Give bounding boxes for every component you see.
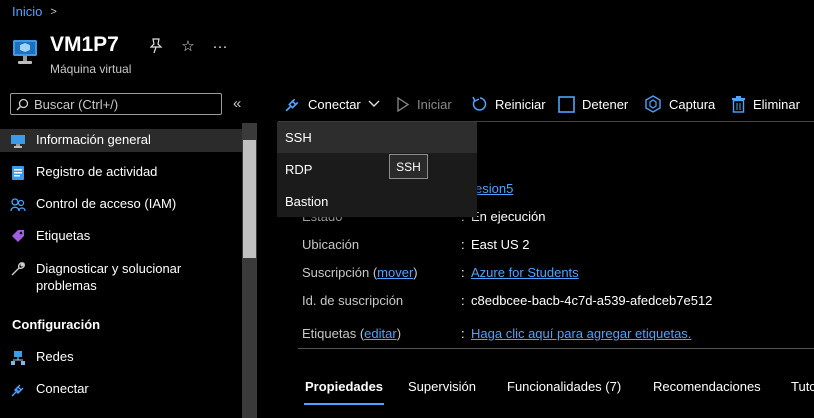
detener-label: Detener xyxy=(582,96,629,112)
mover-link[interactable]: mover xyxy=(377,265,413,280)
id-suscripcion-label: Id. de suscripción xyxy=(302,293,404,308)
menu-item-ssh[interactable]: SSH xyxy=(277,122,477,153)
colon: : xyxy=(461,326,465,341)
trash-icon xyxy=(732,95,745,113)
page-title: VM1P7 xyxy=(50,33,119,56)
favorite-button[interactable]: ☆ xyxy=(178,36,198,56)
collapse-sidebar-button[interactable]: « xyxy=(233,95,241,112)
ubicacion-label: Ubicación xyxy=(302,237,360,252)
iniciar-button[interactable]: Iniciar xyxy=(396,93,452,115)
sidebar-item-informacion-general[interactable]: Información general xyxy=(0,129,242,152)
sidebar-item-control-acceso[interactable]: Control de acceso (IAM) xyxy=(0,196,242,213)
sidebar-scroll-thumb[interactable] xyxy=(243,140,256,258)
sidebar-item-label: Etiquetas xyxy=(36,228,91,243)
id-suscripcion-value: c8edbcee-bacb-4c7d-a539-afedceb7e512 xyxy=(471,293,713,308)
log-icon xyxy=(10,165,26,181)
sidebar-item-label: Diagnosticar y solucionar problemas xyxy=(36,261,182,293)
plug-icon xyxy=(285,98,299,111)
etiquetas-label: Etiquetas (editar) xyxy=(302,326,402,341)
section-header-configuracion: Configuración xyxy=(12,317,101,332)
people-icon xyxy=(10,197,26,213)
eliminar-button[interactable]: Eliminar xyxy=(731,93,800,115)
sidebar-item-label: Conectar xyxy=(36,381,89,396)
search-input[interactable] xyxy=(34,96,214,112)
tab-tutoriales[interactable]: Tuto xyxy=(791,379,814,394)
eliminar-label: Eliminar xyxy=(753,96,800,112)
sidebar-item-registro-actividad[interactable]: Registro de actividad xyxy=(0,164,242,181)
network-icon xyxy=(10,350,26,366)
sidebar-item-label: Redes xyxy=(36,349,74,364)
tab-recomendaciones[interactable]: Recomendaciones xyxy=(653,379,761,394)
agregar-etiquetas-link[interactable]: Haga clic aquí para agregar etiquetas. xyxy=(471,326,691,341)
etiquetas-label-text: Etiquetas xyxy=(302,326,357,341)
sidebar: Información general Registro de activida… xyxy=(0,123,242,418)
suscripcion-link[interactable]: Azure for Students xyxy=(471,265,579,280)
search-icon xyxy=(16,98,29,110)
suscripcion-label: Suscripción (mover) xyxy=(302,265,418,280)
wrench-icon xyxy=(10,261,26,277)
tab-funcionalidades[interactable]: Funcionalidades (7) xyxy=(507,379,621,394)
editar-link[interactable]: editar xyxy=(364,326,397,341)
captura-label: Captura xyxy=(669,96,716,112)
menu-item-rdp[interactable]: RDP xyxy=(277,154,477,185)
pin-icon xyxy=(149,38,163,54)
resource-group-link[interactable]: esion5 xyxy=(475,181,513,196)
sidebar-item-conectar[interactable]: Conectar xyxy=(0,381,242,398)
tab-supervision[interactable]: Supervisión xyxy=(408,379,476,394)
detener-button[interactable]: Detener xyxy=(558,93,628,115)
conectar-button[interactable]: Conectar xyxy=(284,93,380,115)
colon: : xyxy=(461,293,465,308)
essentials-divider xyxy=(298,348,814,349)
restart-icon xyxy=(472,96,487,111)
connect-dropdown-menu: SSH RDP Bastion xyxy=(277,122,477,217)
pin-button[interactable] xyxy=(146,36,166,56)
play-icon xyxy=(397,96,410,112)
sidebar-item-etiquetas[interactable]: Etiquetas xyxy=(0,228,242,245)
reiniciar-button[interactable]: Reiniciar xyxy=(472,93,546,115)
tooltip: SSH xyxy=(389,154,428,179)
menu-item-bastion[interactable]: Bastion xyxy=(277,186,477,217)
active-tab-indicator xyxy=(304,403,384,405)
sidebar-item-redes[interactable]: Redes xyxy=(0,349,242,366)
breadcrumb-separator: > xyxy=(50,5,57,18)
reiniciar-label: Reiniciar xyxy=(495,96,546,112)
plug-icon xyxy=(10,382,26,398)
estado-value: En ejecución xyxy=(471,209,546,224)
monitor-icon xyxy=(10,133,26,149)
star-icon: ☆ xyxy=(181,38,195,55)
breadcrumb-home-link[interactable]: Inicio xyxy=(12,4,42,19)
chevron-down-icon xyxy=(368,100,380,107)
ellipsis-icon: ··· xyxy=(212,37,228,55)
more-options-button[interactable]: ··· xyxy=(210,36,230,56)
suscripcion-label-text: Suscripción xyxy=(302,265,370,280)
captura-button[interactable]: Captura xyxy=(644,93,715,115)
tab-propiedades[interactable]: Propiedades xyxy=(305,379,383,394)
sidebar-item-diagnosticar[interactable]: Diagnosticar y solucionar problemas xyxy=(0,260,242,294)
iniciar-label: Iniciar xyxy=(417,96,452,112)
double-chevron-left-icon: « xyxy=(233,95,242,112)
ubicacion-value: East US 2 xyxy=(471,237,530,252)
conectar-label: Conectar xyxy=(308,96,361,112)
sidebar-item-label: Registro de actividad xyxy=(36,164,158,179)
capture-icon xyxy=(645,95,661,113)
virtual-machine-icon xyxy=(12,38,38,66)
colon: : xyxy=(461,265,465,280)
search-box xyxy=(10,93,222,115)
colon: : xyxy=(461,237,465,252)
breadcrumb: Inicio > xyxy=(12,4,57,19)
sidebar-item-label: Información general xyxy=(36,132,151,147)
page-subtitle: Máquina virtual xyxy=(50,62,132,76)
sidebar-item-label: Control de acceso (IAM) xyxy=(36,196,177,211)
tag-icon xyxy=(10,229,26,245)
stop-icon xyxy=(558,95,575,113)
